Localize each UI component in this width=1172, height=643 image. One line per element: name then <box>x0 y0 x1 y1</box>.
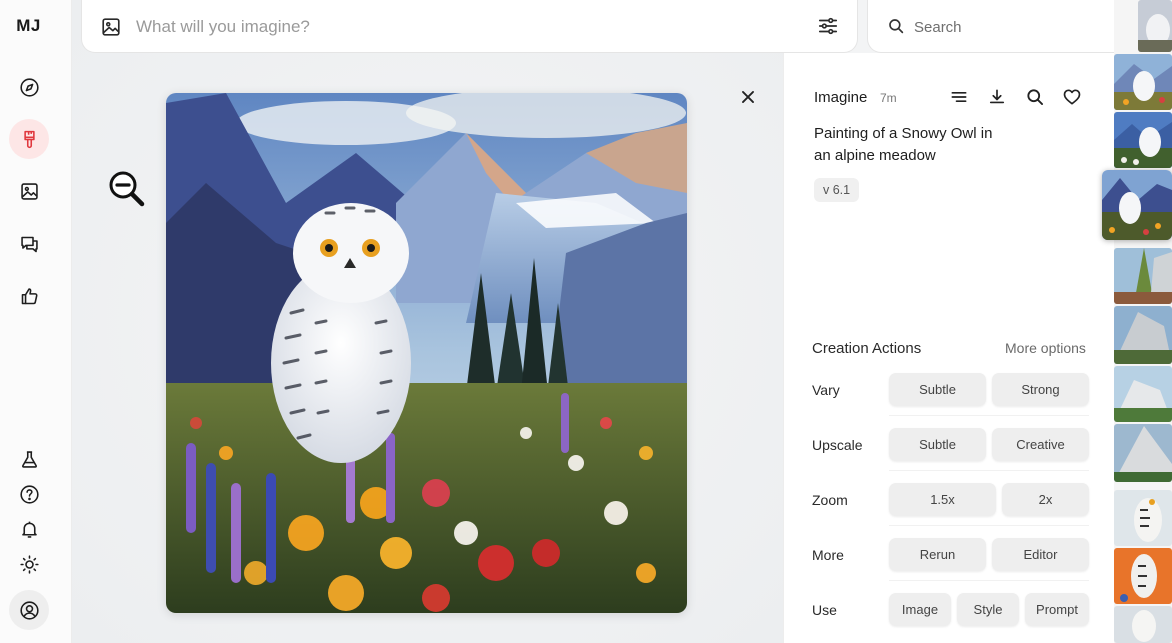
nav-create[interactable] <box>9 119 49 159</box>
image-icon <box>20 182 38 200</box>
editor-button[interactable]: Editor <box>992 538 1089 571</box>
nav-rank[interactable] <box>9 276 49 316</box>
nav-explore[interactable] <box>9 67 49 107</box>
job-type-title: Imagine <box>814 89 868 106</box>
search-bar <box>867 0 1139 53</box>
prompt-bar <box>81 0 858 53</box>
vary-label: Vary <box>812 382 840 398</box>
generated-image[interactable] <box>166 93 687 613</box>
sun-icon <box>19 554 39 574</box>
nav-notifications[interactable] <box>9 509 49 549</box>
nav-help[interactable] <box>9 474 49 514</box>
nav-chat[interactable] <box>9 224 49 264</box>
heart-icon[interactable] <box>1062 87 1082 107</box>
thumbnail[interactable] <box>1114 424 1172 482</box>
image-upload-icon[interactable] <box>100 16 122 38</box>
paintbrush-icon <box>23 130 35 148</box>
snowy-owl-painting <box>166 93 687 613</box>
thumbs-up-icon <box>21 287 38 304</box>
list-icon[interactable] <box>949 87 969 107</box>
details-panel: Imagine 7m Painting of a Snowy Owl in an… <box>783 53 1114 643</box>
thumbnail[interactable] <box>1114 490 1172 546</box>
upscale-creative-button[interactable]: Creative <box>992 428 1089 461</box>
more-options-link[interactable]: More options <box>1005 340 1086 356</box>
thumbnail-selected[interactable] <box>1102 170 1172 240</box>
job-age: 7m <box>880 91 897 105</box>
app-logo[interactable]: MJ <box>0 16 57 36</box>
thumbnail[interactable] <box>1114 606 1172 643</box>
nav-account[interactable] <box>9 590 49 630</box>
search-input[interactable] <box>914 15 1114 39</box>
download-icon[interactable] <box>987 87 1007 107</box>
thumbnail[interactable] <box>1114 112 1172 168</box>
flask-icon <box>21 450 37 468</box>
vary-strong-button[interactable]: Strong <box>992 373 1089 406</box>
vary-subtle-button[interactable]: Subtle <box>889 373 986 406</box>
row-divider <box>889 525 1089 526</box>
nav-labs[interactable] <box>9 439 49 479</box>
thumbnail-strip <box>1102 0 1172 643</box>
upscale-subtle-button[interactable]: Subtle <box>889 428 986 461</box>
use-label: Use <box>812 602 837 618</box>
close-icon[interactable] <box>737 86 759 108</box>
prompt-text[interactable]: Painting of a Snowy Owl in an alpine mea… <box>814 123 1004 167</box>
row-divider <box>889 415 1089 416</box>
upscale-label: Upscale <box>812 437 863 453</box>
search-icon <box>889 19 904 34</box>
zoom-out-cursor-icon <box>109 171 145 207</box>
zoom-1-5x-button[interactable]: 1.5x <box>889 483 996 516</box>
chat-bubbles-icon <box>20 236 38 252</box>
thumbnail[interactable] <box>1138 0 1172 52</box>
bell-icon <box>21 521 37 538</box>
sidebar: MJ <box>0 0 72 643</box>
zoom-label: Zoom <box>812 492 848 508</box>
thumbnail[interactable] <box>1114 548 1172 604</box>
thumbnail[interactable] <box>1114 54 1172 110</box>
prompt-input[interactable] <box>136 14 786 40</box>
thumbnail[interactable] <box>1114 306 1172 364</box>
rerun-button[interactable]: Rerun <box>889 538 986 571</box>
use-image-button[interactable]: Image <box>889 593 951 626</box>
thumbnail[interactable] <box>1114 366 1172 422</box>
use-prompt-button[interactable]: Prompt <box>1025 593 1089 626</box>
more-label: More <box>812 547 844 563</box>
use-style-button[interactable]: Style <box>957 593 1019 626</box>
settings-sliders-icon[interactable] <box>817 15 839 37</box>
zoom-2x-button[interactable]: 2x <box>1002 483 1089 516</box>
version-badge: v 6.1 <box>814 178 860 202</box>
creation-actions-title: Creation Actions <box>812 340 922 357</box>
nav-organize[interactable] <box>9 171 49 211</box>
nav-theme[interactable] <box>9 544 49 584</box>
user-circle-icon <box>19 600 39 620</box>
row-divider <box>889 580 1089 581</box>
row-divider <box>889 470 1089 471</box>
help-circle-icon <box>19 484 39 504</box>
compass-icon <box>19 77 39 97</box>
thumbnail[interactable] <box>1114 248 1172 304</box>
search-similar-icon[interactable] <box>1025 87 1045 107</box>
